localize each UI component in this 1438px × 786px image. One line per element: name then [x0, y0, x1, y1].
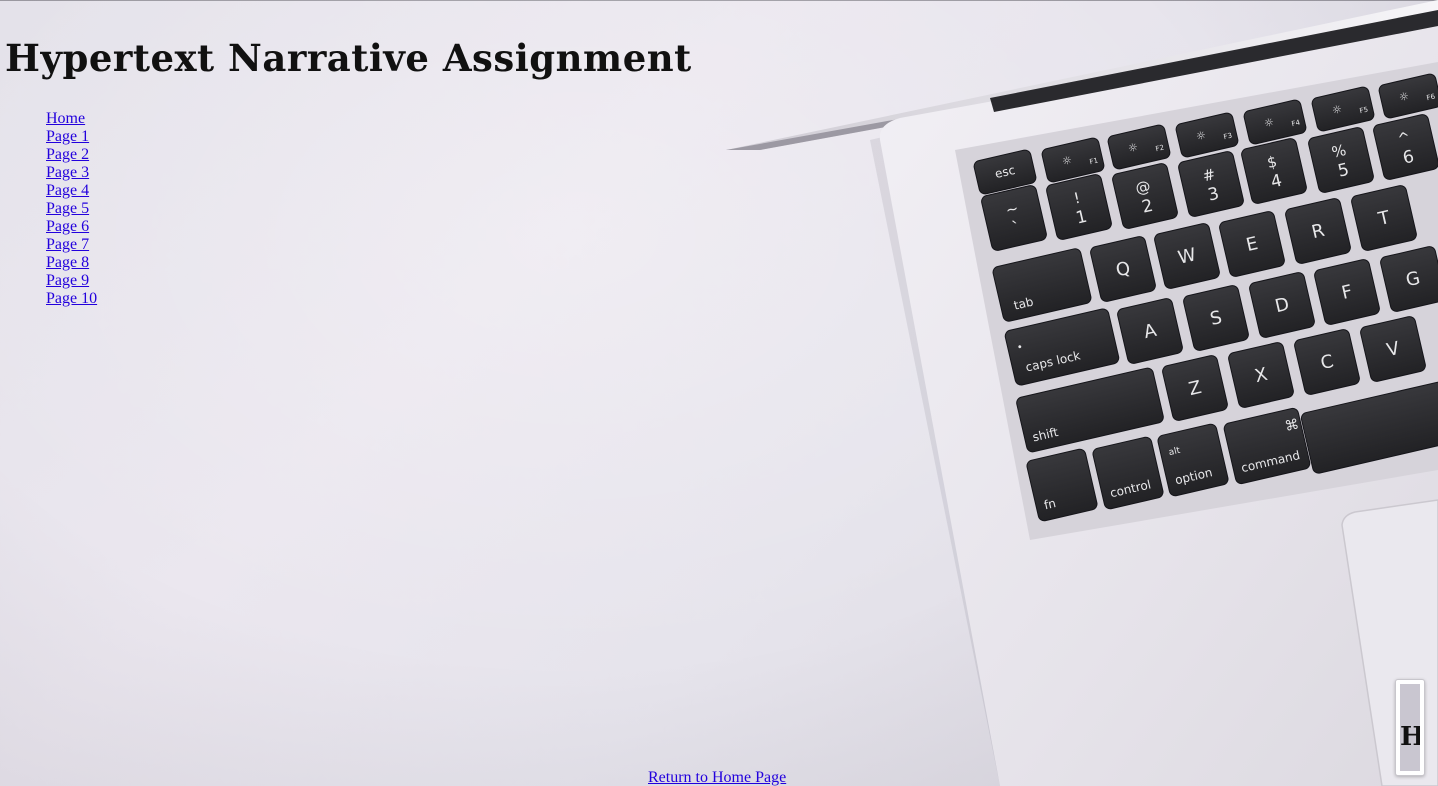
return-home-link[interactable]: Return to Home Page [648, 769, 786, 786]
key-q: Q [1090, 236, 1156, 302]
nav-item-page-3: Page 3 [46, 164, 97, 182]
nav-link-page-5[interactable]: Page 5 [46, 200, 89, 217]
nav-link-page-2[interactable]: Page 2 [46, 146, 89, 163]
nav-link-page-6[interactable]: Page 6 [46, 218, 89, 235]
key-4: $4 [1241, 138, 1307, 204]
thumbnail-preview: H [1400, 684, 1420, 771]
key-x: X [1228, 342, 1294, 408]
nav-link-page-1[interactable]: Page 1 [46, 128, 89, 145]
nav-link-page-8[interactable]: Page 8 [46, 254, 89, 271]
key-d: D [1249, 272, 1315, 338]
page-thumbnail-widget[interactable]: H [1395, 679, 1425, 776]
nav-item-page-1: Page 1 [46, 128, 97, 146]
thumbnail-letter: H [1400, 722, 1420, 752]
key-e: E [1219, 211, 1285, 277]
key-v: V [1360, 316, 1426, 382]
key-3: #3 [1178, 151, 1244, 217]
nav-link-home[interactable]: Home [46, 110, 85, 127]
nav-link-page-10[interactable]: Page 10 [46, 290, 97, 307]
nav-link-page-9[interactable]: Page 9 [46, 272, 89, 289]
key-2: @2 [1112, 163, 1178, 229]
page-title: Hypertext Narrative Assignment [5, 36, 692, 80]
key-c: C [1294, 329, 1360, 395]
key-z: Z [1162, 355, 1228, 421]
key-w: W [1154, 223, 1220, 289]
key-1: !1 [1046, 174, 1112, 240]
key-s: S [1183, 285, 1249, 351]
nav-item-page-7: Page 7 [46, 236, 97, 254]
nav-item-page-8: Page 8 [46, 254, 97, 272]
nav-item-page-4: Page 4 [46, 182, 97, 200]
nav-item-home: Home [46, 110, 97, 128]
nav-item-page-2: Page 2 [46, 146, 97, 164]
key-r: R [1285, 198, 1351, 264]
nav-link-page-4[interactable]: Page 4 [46, 182, 89, 199]
key-6: ^6 [1373, 114, 1438, 180]
laptop-background-image: esc☼ F1☼ F2☼ F3☼ F4☼ F5☼ F6~`!1@2#3$4%5^6tabQW… [726, 0, 1438, 786]
key-f: F [1314, 259, 1380, 325]
nav-item-page-5: Page 5 [46, 200, 97, 218]
nav-link-page-3[interactable]: Page 3 [46, 164, 89, 181]
key-5: %5 [1308, 127, 1374, 193]
page-nav: Home Page 1 Page 2 Page 3 Page 4 Page 5 … [46, 110, 97, 308]
nav-item-page-9: Page 9 [46, 272, 97, 290]
nav-item-page-10: Page 10 [46, 290, 97, 308]
key-t: T [1351, 185, 1417, 251]
key-a: A [1117, 298, 1183, 364]
nav-link-page-7[interactable]: Page 7 [46, 236, 89, 253]
nav-item-page-6: Page 6 [46, 218, 97, 236]
key-tilde: ~` [981, 185, 1047, 251]
